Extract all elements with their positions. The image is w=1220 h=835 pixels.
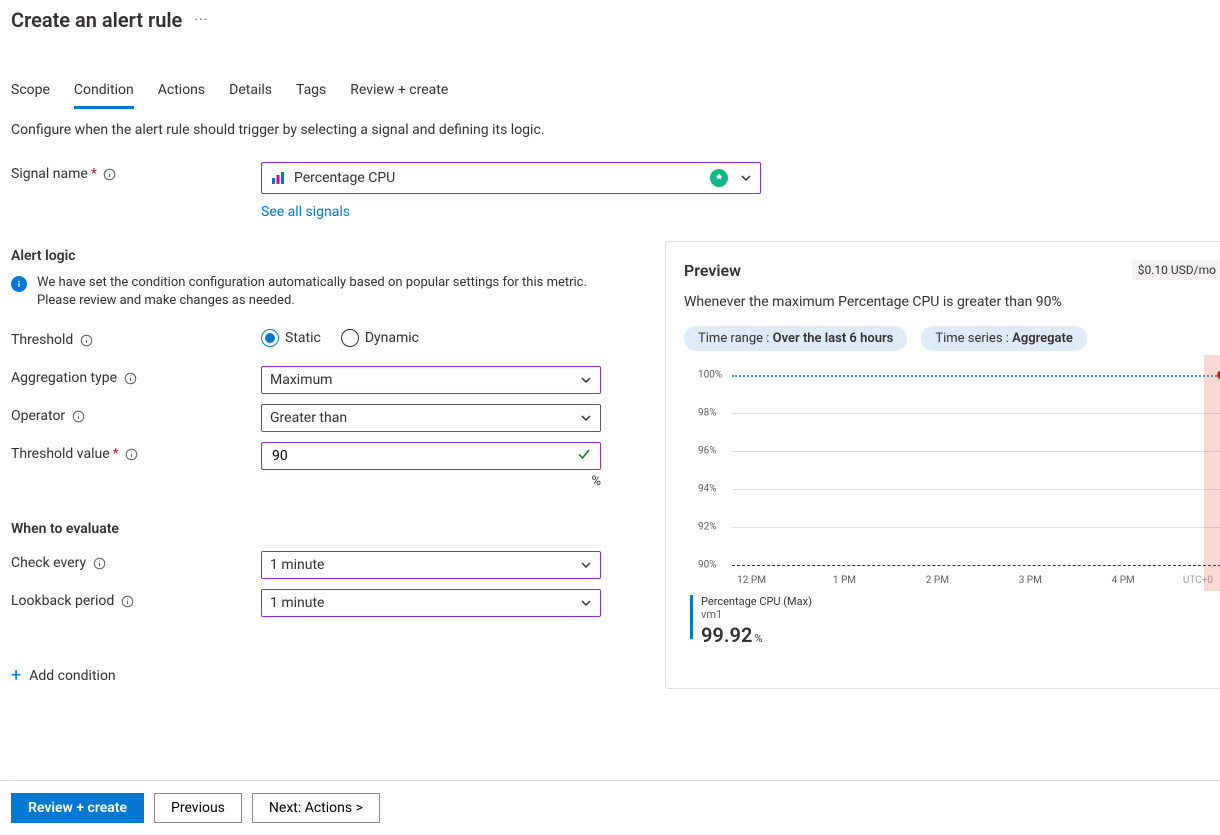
time-series-pill[interactable]: Time series : Aggregate	[921, 326, 1087, 351]
info-icon[interactable]	[123, 371, 137, 385]
y-tick-label: 98%	[698, 408, 717, 419]
threshold-dynamic-radio[interactable]: Dynamic	[341, 329, 419, 347]
legend-resource-name: vm1	[701, 608, 812, 621]
operator-select[interactable]: Greater than	[261, 404, 601, 432]
highlight-band	[1204, 355, 1220, 591]
lookback-period-label: Lookback period	[11, 589, 261, 609]
y-tick-label: 100%	[698, 370, 722, 381]
chevron-down-icon	[580, 412, 592, 424]
x-tick-label: UTC+0	[1183, 575, 1213, 586]
y-tick-label: 96%	[698, 446, 717, 457]
x-tick-label: 12 PM	[737, 575, 766, 586]
info-icon[interactable]	[125, 447, 139, 461]
info-icon	[11, 276, 27, 292]
more-actions-icon[interactable]: ···	[194, 12, 208, 28]
threshold-unit: %	[261, 474, 601, 489]
tab-scope[interactable]: Scope	[11, 82, 50, 108]
preview-title: Preview	[684, 261, 741, 280]
aggregation-type-select[interactable]: Maximum	[261, 366, 601, 394]
x-tick-label: 2 PM	[926, 575, 949, 586]
see-all-signals-link[interactable]: See all signals	[261, 204, 761, 220]
series-line	[732, 375, 1220, 377]
threshold-radio-group: Static Dynamic	[261, 329, 419, 347]
preview-summary: Whenever the maximum Percentage CPU is g…	[684, 294, 1220, 310]
tab-review-create[interactable]: Review + create	[350, 82, 448, 108]
threshold-line	[732, 565, 1220, 566]
chevron-down-icon	[580, 597, 592, 609]
check-every-select[interactable]: 1 minute	[261, 551, 601, 579]
time-range-pill[interactable]: Time range : Over the last 6 hours	[684, 326, 907, 351]
info-icon[interactable]	[79, 333, 93, 347]
y-tick-label: 90%	[698, 560, 717, 571]
price-badge: $0.10 USD/mo	[1132, 260, 1220, 280]
tab-details[interactable]: Details	[229, 82, 272, 108]
checkmark-icon	[576, 446, 592, 466]
chart-legend: Percentage CPU (Max) vm1 99.92%	[690, 595, 1220, 647]
next-button[interactable]: Next: Actions >	[252, 793, 380, 823]
threshold-value-label: Threshold value*	[11, 442, 261, 462]
legend-series-name: Percentage CPU (Max)	[701, 595, 812, 608]
page-title: Create an alert rule	[11, 8, 182, 32]
tab-tags[interactable]: Tags	[296, 82, 326, 108]
preview-panel: Preview $0.10 USD/mo Whenever the maximu…	[665, 241, 1220, 689]
threshold-value-input[interactable]	[270, 447, 550, 465]
tab-condition[interactable]: Condition	[74, 82, 134, 109]
x-tick-label: 3 PM	[1019, 575, 1042, 586]
verified-icon	[710, 169, 728, 187]
x-tick-label: 4 PM	[1112, 575, 1135, 586]
intro-text: Configure when the alert rule should tri…	[11, 122, 1220, 138]
footer: Review + create Previous Next: Actions >	[0, 780, 1220, 835]
threshold-label: Threshold	[11, 328, 261, 348]
signal-name-select[interactable]: Percentage CPU	[261, 162, 761, 194]
tabs: Scope Condition Actions Details Tags Rev…	[0, 82, 1220, 108]
threshold-value-input-wrapper	[261, 442, 601, 470]
lookback-period-select[interactable]: 1 minute	[261, 589, 601, 617]
legend-current-value: 99.92%	[701, 623, 812, 647]
y-tick-label: 92%	[698, 522, 717, 533]
info-icon[interactable]	[71, 409, 85, 423]
check-every-label: Check every	[11, 551, 261, 571]
review-create-button[interactable]: Review + create	[11, 793, 144, 823]
chevron-down-icon	[740, 172, 752, 184]
operator-label: Operator	[11, 404, 261, 424]
plus-icon: +	[11, 665, 21, 686]
info-icon[interactable]	[120, 594, 134, 608]
threshold-static-radio[interactable]: Static	[261, 329, 321, 347]
signal-name-value: Percentage CPU	[294, 170, 710, 186]
tab-actions[interactable]: Actions	[158, 82, 205, 108]
chevron-down-icon	[580, 374, 592, 386]
signal-name-label: Signal name*	[11, 162, 261, 182]
x-tick-label: 1 PM	[833, 575, 856, 586]
preview-chart: 90%92%94%96%98%100%12 PM1 PM2 PM3 PM4 PM…	[698, 369, 1220, 579]
aggregation-type-label: Aggregation type	[11, 366, 261, 386]
metric-icon	[270, 170, 286, 186]
info-icon[interactable]	[103, 167, 117, 181]
chevron-down-icon	[580, 559, 592, 571]
info-icon[interactable]	[92, 556, 106, 570]
y-tick-label: 94%	[698, 484, 717, 495]
previous-button[interactable]: Previous	[154, 793, 242, 823]
legend-color-bar	[690, 595, 693, 639]
